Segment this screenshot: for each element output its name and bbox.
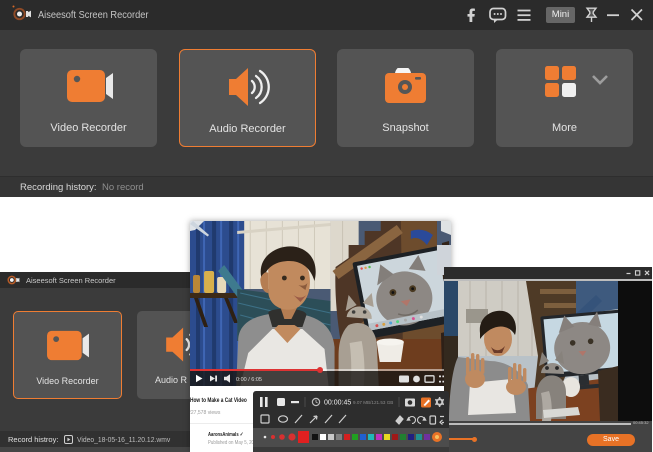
svg-text:00:00:45: 00:00:45: [324, 400, 351, 407]
svg-text:9.07 MB/121.53 GB: 9.07 MB/121.53 GB: [353, 400, 393, 405]
svg-text:0:00 / 6:05: 0:00 / 6:05: [236, 377, 262, 383]
